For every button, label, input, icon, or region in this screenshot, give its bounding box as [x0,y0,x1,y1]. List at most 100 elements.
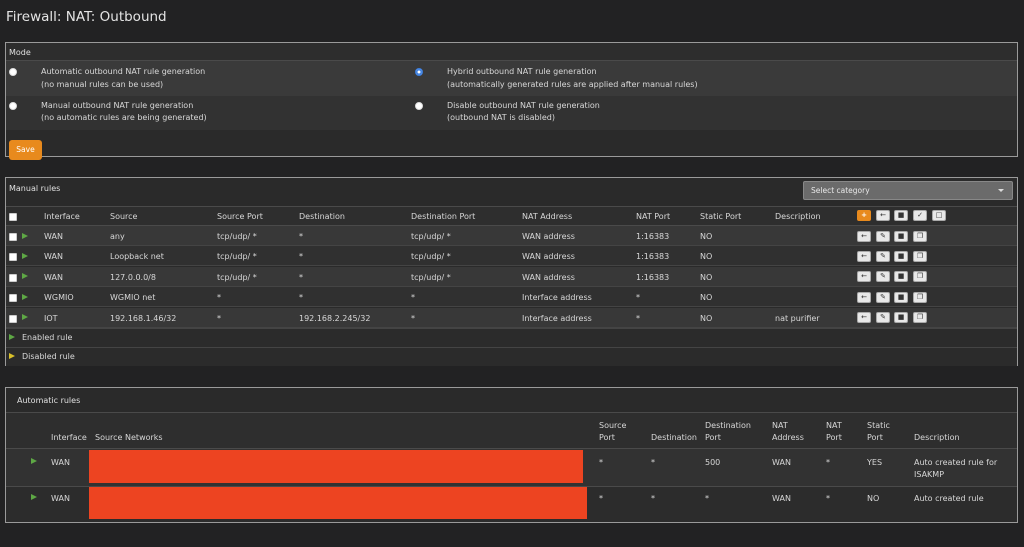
table-cell: NO [700,313,713,323]
row-checkbox[interactable] [9,233,17,241]
move-rule-button[interactable]: ← [857,271,871,283]
enable-selected-button[interactable]: ✓ [913,210,927,221]
table-cell: tcp/udp/ * [411,272,451,282]
table-cell: 1:16383 [636,252,670,262]
table-cell: 192.168.2.245/32 [299,313,371,323]
table-cell: NO [700,232,713,241]
col-source: Source [110,212,138,221]
auto-col-nat-address-1: NAT [772,421,788,430]
rule-enabled-icon[interactable] [22,273,28,280]
row-checkbox[interactable] [9,273,17,282]
auto-row-nat-address: WAN [772,494,791,503]
row-checkbox[interactable] [9,253,17,262]
col-source-port: Source Port [217,212,263,221]
category-select-value: Select category [811,186,870,195]
auto-rule-enabled-icon [31,494,37,500]
radio-disable[interactable] [415,102,423,110]
edit-rule-button[interactable]: ✎ [876,230,890,242]
move-rule-button[interactable]: ← [857,250,871,262]
table-cell: 1:16383 [636,232,670,241]
radio-hybrid[interactable] [415,68,423,76]
automatic-rules-panel: Automatic rules Interface Source Network… [5,387,1018,523]
table-cell: * [217,293,221,303]
table-cell: * [411,293,415,303]
mode-hybrid-label: Hybrid outbound NAT rule generation [447,67,597,76]
auto-col-nat-port-2: Port [826,433,842,442]
col-static-port: Static Port [700,212,742,221]
auto-col-source-port-1: Source [599,421,627,430]
add-rule-button[interactable]: + [857,210,871,221]
auto-row-nat-port: * [826,458,830,467]
row-checkbox[interactable] [9,314,17,323]
auto-row-static-port: NO [867,494,880,503]
delete-rule-button[interactable]: ■ [894,312,908,324]
disable-selected-button[interactable]: □ [932,210,946,221]
delete-rule-button[interactable]: ■ [894,271,908,283]
edit-rule-button[interactable]: ✎ [876,291,890,303]
auto-row-interface: WAN [51,494,70,503]
mode-hybrid-sub: (automatically generated rules are appli… [447,80,698,89]
save-button[interactable]: Save [9,140,42,160]
table-cell: * [299,293,303,303]
table-cell: WAN address [522,252,575,262]
radio-automatic[interactable] [9,68,17,76]
copy-rule-button[interactable]: ❐ [913,230,927,242]
auto-row-description-1: Auto created rule for [914,458,998,467]
table-cell: tcp/udp/ * [411,252,451,262]
row-checkbox[interactable] [9,294,17,303]
table-cell: nat purifier [775,313,820,323]
delete-selected-button[interactable]: ■ [894,210,908,221]
edit-rule-button[interactable]: ✎ [876,271,890,283]
delete-rule-button[interactable]: ■ [894,291,908,303]
rule-enabled-icon[interactable] [22,252,28,259]
table-cell: * [636,293,640,303]
auto-row-source-port: * [599,494,603,503]
table-cell: WAN [44,272,63,282]
rule-enabled-icon[interactable] [22,293,28,300]
auto-rule-enabled-icon [31,458,37,464]
mode-manual-sub: (no automatic rules are being generated) [41,113,207,122]
auto-col-destination: Destination [651,433,697,442]
copy-rule-button[interactable]: ❐ [913,291,927,303]
table-cell: 1:16383 [636,272,670,282]
page-title: Firewall: NAT: Outbound [6,9,167,25]
delete-rule-button[interactable]: ■ [894,250,908,262]
table-cell: Interface address [522,293,592,303]
move-rule-button[interactable]: ← [857,230,871,242]
redacted-source-networks [89,487,587,519]
rule-enabled-icon[interactable] [22,314,28,321]
mode-automatic-sub: (no manual rules can be used) [41,80,164,89]
table-cell: WGMIO net [110,293,156,303]
auto-col-description: Description [914,433,960,442]
auto-row-description-2: ISAKMP [914,470,945,479]
edit-rule-button[interactable]: ✎ [876,312,890,324]
edit-rule-button[interactable]: ✎ [876,250,890,262]
auto-row-interface: WAN [51,458,70,467]
table-cell: WGMIO [44,293,74,303]
table-cell: * [299,272,303,282]
auto-row-destination-port: 500 [705,458,721,467]
copy-rule-button[interactable]: ❐ [913,312,927,324]
delete-rule-button[interactable]: ■ [894,230,908,242]
copy-rule-button[interactable]: ❐ [913,250,927,262]
table-cell: tcp/udp/ * [217,272,257,282]
select-all-checkbox[interactable] [9,213,17,221]
rule-enabled-icon[interactable] [22,232,28,239]
auto-col-nat-address-2: Address [772,433,804,442]
auto-row-destination: * [651,458,655,467]
move-selected-button[interactable]: ← [876,210,890,221]
auto-col-destination-port-1: Destination [705,421,751,430]
table-cell: 127.0.0.0/8 [110,272,156,282]
move-rule-button[interactable]: ← [857,312,871,324]
table-cell: tcp/udp/ * [217,252,257,262]
category-select[interactable]: Select category [803,181,1013,200]
move-rule-button[interactable]: ← [857,291,871,303]
radio-manual[interactable] [9,102,17,110]
automatic-rules-header: Automatic rules [17,396,81,405]
redacted-source-networks [89,450,583,483]
auto-row-destination: * [651,494,655,503]
disabled-rule-icon [9,353,15,359]
copy-rule-button[interactable]: ❐ [913,271,927,283]
table-cell: NO [700,293,713,303]
mode-header: Mode [9,48,31,57]
